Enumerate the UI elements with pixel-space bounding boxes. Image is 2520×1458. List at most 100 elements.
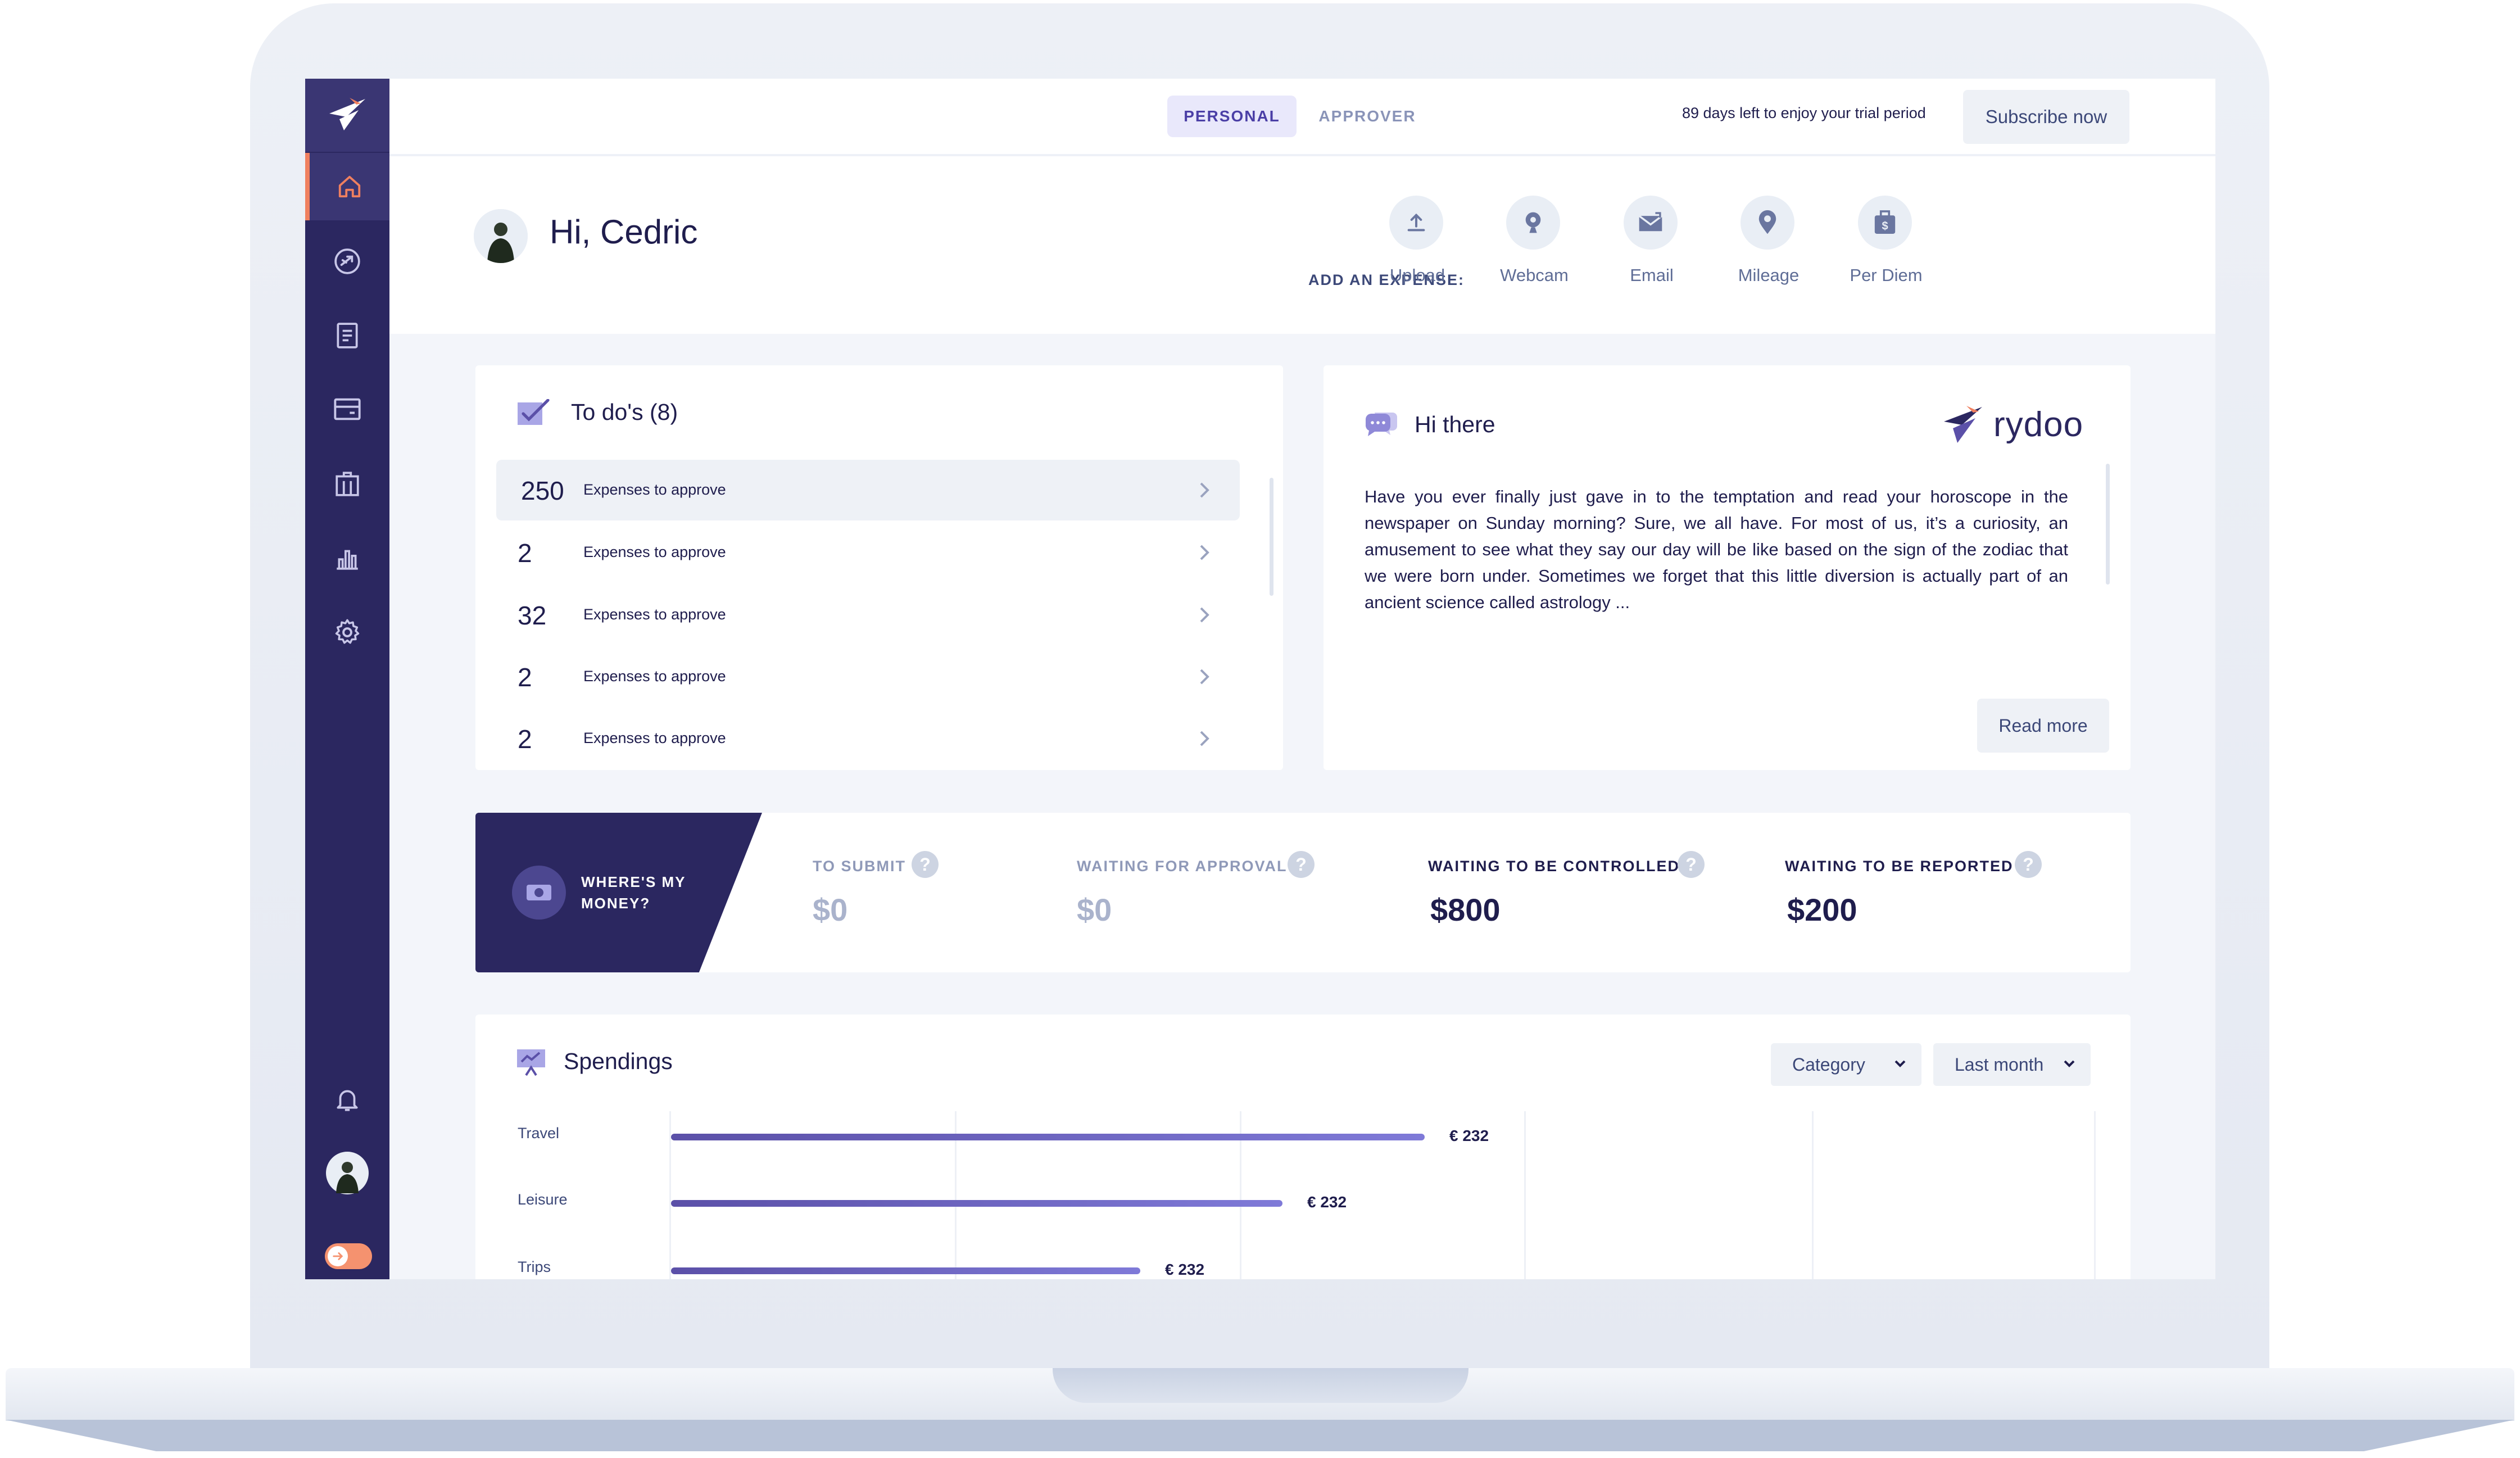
todo-row[interactable]: 2 Expenses to approve	[496, 708, 1240, 769]
laptop-base-shadow	[6, 1420, 2514, 1451]
sidebar-item-settings[interactable]	[305, 599, 389, 666]
read-more-button[interactable]: Read more	[1977, 699, 2109, 753]
category-dropdown[interactable]: Category	[1771, 1043, 1921, 1086]
sidebar-item-home[interactable]	[305, 153, 389, 220]
upload-label: Upload	[1389, 265, 1445, 285]
mileage-button[interactable]: Mileage	[1712, 196, 1825, 297]
money-icon	[512, 866, 566, 920]
webcam-button[interactable]: Webcam	[1478, 196, 1590, 297]
arrow-right-icon	[333, 1252, 343, 1260]
chart-category-label: Trips	[518, 1258, 551, 1275]
email-label: Email	[1630, 265, 1674, 285]
stat-label: TO SUBMIT	[813, 858, 906, 875]
sidebar-profile-avatar[interactable]	[305, 1139, 389, 1207]
money-status-card: WHERE'S MY MONEY? TO SUBMIT ? $0 WAITING…	[475, 813, 2131, 972]
todo-row[interactable]: 32 Expenses to approve	[496, 585, 1240, 645]
stat-value: $0	[813, 892, 848, 927]
spendings-title: Spendings	[564, 1048, 673, 1074]
building-icon	[336, 472, 359, 496]
theme-toggle[interactable]	[325, 1243, 372, 1269]
profile-photo	[474, 209, 528, 263]
todos-card: To do's (8) 250 Expenses to approve 2 Ex…	[475, 365, 1283, 770]
chat-bubble-icon	[1366, 413, 1397, 436]
todo-count: 2	[518, 663, 532, 692]
checklist-icon	[518, 399, 550, 425]
sidebar	[305, 79, 389, 1279]
tab-approver[interactable]: APPROVER	[1311, 96, 1424, 137]
todo-count: 250	[521, 476, 564, 505]
todo-text: Expenses to approve	[583, 730, 726, 746]
help-icon[interactable]: ?	[1288, 851, 1315, 878]
chart-category-label: Leisure	[518, 1191, 568, 1208]
greeting-panel: Hi, Cedric ADD AN EXPENSE: Upload Webcam…	[389, 156, 2215, 334]
todos-scrollbar[interactable]	[1270, 478, 1273, 596]
news-scrollbar[interactable]	[2106, 464, 2110, 585]
stat-value: $800	[1430, 892, 1501, 927]
top-bar: PERSONAL APPROVER 89 days left to enjoy …	[389, 79, 2215, 156]
sidebar-item-cards[interactable]	[305, 375, 389, 443]
help-icon[interactable]: ?	[912, 851, 939, 878]
sidebar-item-notifications[interactable]	[305, 1066, 389, 1133]
chart-gridline	[1812, 1111, 1814, 1279]
chart-bar[interactable]	[671, 1134, 1425, 1140]
per-diem-button[interactable]: $ Per Diem	[1830, 196, 1942, 297]
sidebar-item-company[interactable]	[305, 450, 389, 517]
chart-gridline	[2094, 1111, 2096, 1279]
chart-data-label: € 232	[1307, 1193, 1347, 1211]
chevron-right-icon	[1200, 545, 1209, 560]
per-diem-icon: $	[1858, 196, 1912, 250]
tab-personal[interactable]: PERSONAL	[1167, 96, 1297, 137]
todo-count: 2	[518, 725, 532, 754]
wheres-my-money-panel[interactable]: WHERE'S MY MONEY?	[475, 813, 762, 972]
chart-data-label: € 232	[1165, 1261, 1205, 1278]
mileage-label: Mileage	[1738, 265, 1800, 285]
help-icon[interactable]: ?	[1678, 851, 1705, 878]
chart-bar[interactable]	[671, 1200, 1282, 1207]
toggle-knob	[328, 1246, 348, 1266]
chevron-right-icon	[1200, 731, 1209, 746]
sidebar-item-travel[interactable]	[305, 228, 389, 295]
spendings-card: Spendings Category Last month Travel € 23…	[475, 1015, 2131, 1279]
dropdown-value: Last month	[1955, 1054, 2044, 1075]
chart-bar[interactable]	[671, 1267, 1140, 1274]
brand-name: rydoo	[1993, 405, 2084, 444]
webcam-icon	[1506, 196, 1560, 250]
dropdown-value: Category	[1792, 1054, 1865, 1075]
news-title: Hi there	[1415, 411, 1495, 437]
todo-count: 2	[518, 538, 532, 568]
chart-gridline	[1524, 1111, 1526, 1279]
help-icon[interactable]: ?	[2015, 851, 2042, 878]
location-pin-icon	[1741, 196, 1794, 250]
todo-row[interactable]: 250 Expenses to approve	[496, 460, 1240, 520]
bar-chart-icon	[337, 550, 358, 570]
todo-row[interactable]: 2 Expenses to approve	[496, 646, 1240, 707]
rydoo-brand: rydoo	[1942, 404, 2099, 449]
email-button[interactable]: Email	[1596, 196, 1708, 297]
chevron-right-icon	[1200, 669, 1209, 685]
avatar	[326, 1152, 369, 1194]
subscribe-button[interactable]: Subscribe now	[1963, 90, 2129, 144]
chart-category-label: Travel	[518, 1125, 560, 1142]
period-dropdown[interactable]: Last month	[1933, 1043, 2091, 1086]
per-diem-label: Per Diem	[1850, 265, 1923, 285]
sidebar-item-analytics[interactable]	[305, 524, 389, 592]
webcam-label: Webcam	[1500, 265, 1569, 285]
todo-text: Expenses to approve	[583, 606, 726, 623]
news-card: Hi there rydoo Have you ever finally jus…	[1324, 365, 2131, 770]
todos-title: To do's (8)	[571, 399, 678, 425]
rydoo-logo[interactable]	[305, 79, 389, 152]
chevron-right-icon	[1200, 482, 1209, 498]
sidebar-item-reports[interactable]	[305, 302, 389, 369]
plane-icon	[334, 248, 360, 274]
rydoo-bird-icon	[329, 98, 365, 130]
todo-text: Expenses to approve	[583, 668, 726, 685]
email-icon	[1624, 196, 1678, 250]
presentation-chart-icon	[517, 1049, 545, 1076]
upload-button[interactable]: Upload	[1361, 196, 1474, 297]
todo-row[interactable]: 2 Expenses to approve	[496, 522, 1240, 583]
stat-label: WAITING FOR APPROVAL	[1077, 858, 1288, 875]
wallet-icon	[334, 398, 361, 420]
stat-value: $0	[1077, 892, 1112, 927]
stat-label: WAITING TO BE REPORTED	[1785, 858, 2014, 875]
app-screen: PERSONAL APPROVER 89 days left to enjoy …	[305, 79, 2215, 1279]
